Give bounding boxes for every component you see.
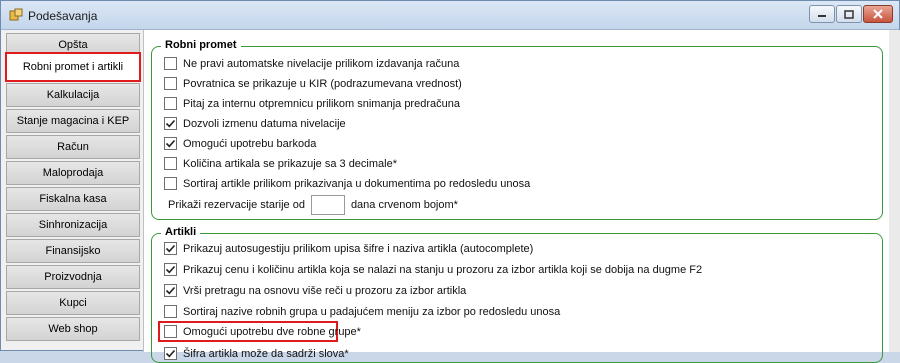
option-label: Omogući upotrebu dve robne grupe* bbox=[183, 325, 361, 338]
sidebar-item-finansijsko[interactable]: Finansijsko bbox=[6, 239, 140, 263]
sidebar-item-sinhronizacija[interactable]: Sinhronizacija bbox=[6, 213, 140, 237]
option-checkbox[interactable] bbox=[164, 305, 177, 318]
option-row[interactable]: Ne pravi automatske nivelacije prilikom … bbox=[164, 56, 459, 71]
reservation-days-input[interactable] bbox=[310, 195, 345, 215]
sidebar-item-stanje-magacina[interactable]: Stanje magacina i KEP bbox=[6, 109, 140, 133]
reservation-suffix-label: dana crvenom bojom* bbox=[350, 199, 458, 211]
option-row[interactable]: Količina artikala se prikazuje sa 3 deci… bbox=[164, 156, 397, 171]
option-row[interactable]: Prikazuj cenu i količinu artikla koja se… bbox=[164, 262, 702, 277]
option-row[interactable]: Dozvoli izmenu datuma nivelacije bbox=[164, 116, 346, 131]
option-checkbox[interactable] bbox=[164, 177, 177, 190]
settings-sidebar: Opšta Robni promet i artikli Kalkulacija… bbox=[4, 30, 142, 352]
window-title: Podešavanja bbox=[28, 9, 98, 23]
option-checkbox[interactable] bbox=[164, 137, 177, 150]
option-label: Prikazuj autosugestiju prilikom upisa ši… bbox=[183, 242, 534, 255]
robni-promet-group: Robni promet Ne pravi automatske nivelac… bbox=[151, 39, 883, 220]
settings-panel: Robni promet Ne pravi automatske nivelac… bbox=[143, 30, 889, 363]
option-label: Sortiraj nazive robnih grupa u padajućem… bbox=[183, 305, 561, 318]
settings-window: Podešavanja Opšta Robni promet i artikli… bbox=[0, 0, 900, 363]
option-checkbox[interactable] bbox=[164, 242, 177, 255]
option-checkbox[interactable] bbox=[164, 347, 177, 360]
sidebar-item-maloprodaja[interactable]: Maloprodaja bbox=[6, 161, 140, 185]
title-bar: Podešavanja bbox=[1, 1, 899, 30]
option-row[interactable]: Šifra artikla može da sadrži slova* bbox=[164, 346, 349, 361]
sidebar-item-fiskalna-kasa[interactable]: Fiskalna kasa bbox=[6, 187, 140, 211]
option-checkbox[interactable] bbox=[164, 284, 177, 297]
option-checkbox[interactable] bbox=[164, 97, 177, 110]
group-title-robni-promet: Robni promet bbox=[161, 39, 241, 51]
option-row[interactable]: Vrši pretragu na osnovu više reči u proz… bbox=[164, 283, 466, 298]
option-label: Sortiraj artikle prilikom prikazivanja u… bbox=[183, 177, 531, 190]
sidebar-item-web-shop[interactable]: Web shop bbox=[6, 317, 140, 341]
minimize-icon bbox=[817, 10, 827, 18]
option-row[interactable]: Sortiraj artikle prilikom prikazivanja u… bbox=[164, 176, 530, 191]
option-checkbox[interactable] bbox=[164, 325, 177, 338]
option-row[interactable]: Pitaj za internu otpremnicu prilikom sni… bbox=[164, 96, 460, 111]
vertical-scrollbar[interactable] bbox=[889, 30, 900, 352]
option-label: Omogući upotrebu barkoda bbox=[183, 137, 317, 150]
maximize-button[interactable] bbox=[836, 5, 862, 23]
close-icon bbox=[873, 9, 883, 19]
option-checkbox[interactable] bbox=[164, 157, 177, 170]
group-title-artikli: Artikli bbox=[161, 226, 201, 238]
option-checkbox[interactable] bbox=[164, 57, 177, 70]
minimize-button[interactable] bbox=[809, 5, 835, 23]
sidebar-item-kupci[interactable]: Kupci bbox=[6, 291, 140, 315]
sidebar-item-kalkulacija[interactable]: Kalkulacija bbox=[6, 83, 140, 107]
reservation-prefix-label: Prikaži rezervacije starije od bbox=[168, 199, 305, 211]
maximize-icon bbox=[844, 9, 854, 19]
option-label: Pitaj za internu otpremnicu prilikom sni… bbox=[183, 97, 460, 110]
option-label: Dozvoli izmenu datuma nivelacije bbox=[183, 117, 346, 130]
option-label: Količina artikala se prikazuje sa 3 deci… bbox=[183, 157, 397, 170]
option-label: Šifra artikla može da sadrži slova* bbox=[183, 347, 349, 360]
option-row[interactable]: Povratnica se prikazuje u KIR (podrazume… bbox=[164, 76, 462, 91]
option-checkbox[interactable] bbox=[164, 263, 177, 276]
app-icon bbox=[9, 8, 23, 22]
option-label: Vrši pretragu na osnovu više reči u proz… bbox=[183, 284, 467, 297]
option-label: Povratnica se prikazuje u KIR (podrazume… bbox=[183, 77, 462, 90]
option-row[interactable]: Prikazuj autosugestiju prilikom upisa ši… bbox=[164, 241, 533, 256]
option-checkbox[interactable] bbox=[164, 77, 177, 90]
option-checkbox[interactable] bbox=[164, 117, 177, 130]
option-row[interactable]: Omogući upotrebu dve robne grupe* bbox=[164, 324, 361, 339]
reservation-row: Prikaži rezervacije starije od dana crve… bbox=[168, 194, 458, 216]
sidebar-item-robni-promet[interactable]: Robni promet i artikli bbox=[5, 52, 141, 82]
close-button[interactable] bbox=[863, 5, 893, 23]
option-row[interactable]: Sortiraj nazive robnih grupa u padajućem… bbox=[164, 304, 560, 319]
sidebar-item-proizvodnja[interactable]: Proizvodnja bbox=[6, 265, 140, 289]
option-label: Prikazuj cenu i količinu artikla koja se… bbox=[183, 263, 703, 276]
artikli-group: Artikli Prikazuj autosugestiju prilikom … bbox=[151, 226, 883, 363]
option-label: Ne pravi automatske nivelacije prilikom … bbox=[183, 57, 460, 70]
sidebar-item-racun[interactable]: Račun bbox=[6, 135, 140, 159]
option-row[interactable]: Omogući upotrebu barkoda bbox=[164, 136, 316, 151]
